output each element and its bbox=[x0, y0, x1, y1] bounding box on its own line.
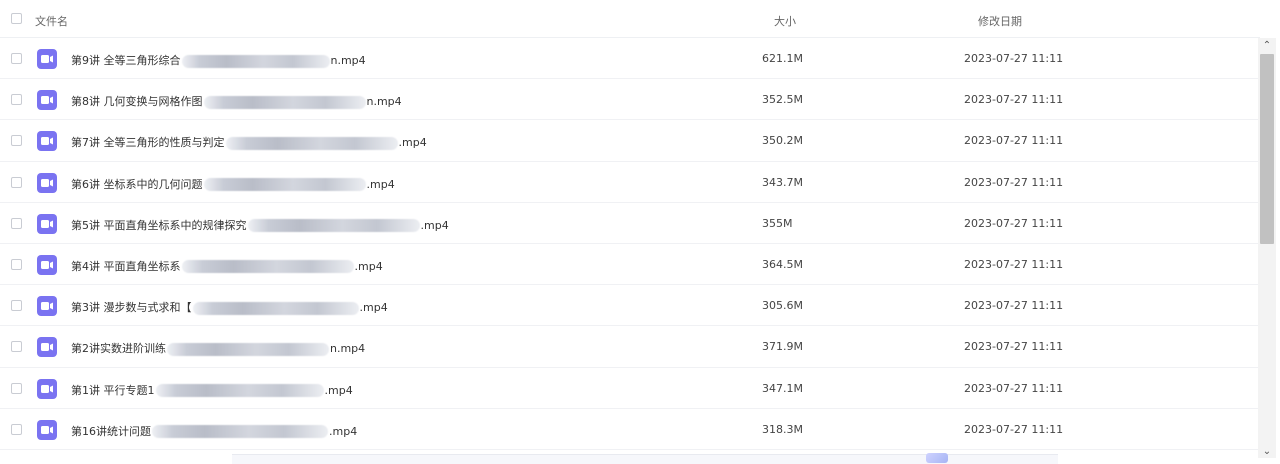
file-name[interactable]: 第7讲 全等三角形的性质与判定 .mp4 bbox=[71, 134, 427, 150]
file-date: 2023-07-27 11:11 bbox=[964, 175, 1064, 189]
file-size: 621.1M bbox=[762, 52, 803, 65]
file-row[interactable]: 第2讲实数进阶训练 n.mp4 371.9M 2023-07-27 11:11 bbox=[0, 326, 1260, 368]
scroll-up-arrow-icon[interactable]: ⌃ bbox=[1258, 38, 1276, 52]
video-file-icon bbox=[37, 213, 57, 234]
row-checkbox[interactable] bbox=[11, 423, 22, 435]
video-file-icon bbox=[37, 378, 57, 399]
row-checkbox[interactable] bbox=[11, 176, 22, 188]
row-checkbox[interactable] bbox=[11, 94, 22, 106]
redacted-text bbox=[181, 260, 354, 274]
redacted-text bbox=[181, 54, 330, 68]
file-date: 2023-07-27 11:11 bbox=[964, 299, 1064, 313]
file-name[interactable]: 第16讲统计问题 .mp4 bbox=[71, 423, 357, 439]
video-file-icon bbox=[37, 419, 57, 440]
file-size: 318.3M bbox=[762, 422, 803, 436]
file-name[interactable]: 第2讲实数进阶训练 n.mp4 bbox=[71, 340, 365, 356]
file-list-header: 文件名 大小 修改日期 bbox=[0, 0, 1260, 38]
file-row[interactable]: 第7讲 全等三角形的性质与判定 .mp4 350.2M 2023-07-27 11… bbox=[0, 120, 1260, 162]
scrollbar-thumb[interactable] bbox=[1260, 54, 1274, 244]
file-name[interactable]: 第9讲 全等三角形综合 n.mp4 bbox=[71, 52, 366, 68]
file-row[interactable]: 第9讲 全等三角形综合 n.mp4 621.1M 2023-07-27 11:11 bbox=[0, 38, 1260, 80]
file-date: 2023-07-27 11:11 bbox=[964, 52, 1064, 65]
file-row[interactable]: 第4讲 平面直角坐标系 .mp4 364.5M 2023-07-27 11:11 bbox=[0, 244, 1260, 286]
row-checkbox[interactable] bbox=[11, 300, 22, 312]
file-size: 355M bbox=[762, 216, 793, 230]
redacted-text bbox=[152, 425, 328, 439]
redacted-text bbox=[203, 178, 366, 192]
video-file-icon bbox=[37, 131, 57, 152]
scroll-down-arrow-icon[interactable]: ⌄ bbox=[1258, 444, 1276, 458]
file-name[interactable]: 第5讲 平面直角坐标系中的规律探究 .mp4 bbox=[71, 217, 449, 233]
file-date: 2023-07-27 11:11 bbox=[964, 93, 1064, 107]
file-size: 350.2M bbox=[762, 134, 803, 148]
file-name[interactable]: 第8讲 几何变换与网格作图 n.mp4 bbox=[71, 93, 402, 109]
row-checkbox[interactable] bbox=[11, 341, 22, 353]
file-date: 2023-07-27 11:11 bbox=[964, 216, 1064, 230]
video-file-icon bbox=[37, 49, 57, 69]
row-checkbox[interactable] bbox=[11, 217, 22, 229]
file-size: 343.7M bbox=[762, 175, 803, 189]
video-file-icon bbox=[37, 337, 57, 358]
file-row[interactable]: 第8讲 几何变换与网格作图 n.mp4 352.5M 2023-07-27 11:… bbox=[0, 79, 1260, 121]
file-date: 2023-07-27 11:11 bbox=[964, 257, 1064, 271]
column-header-date[interactable]: 修改日期 bbox=[978, 13, 1022, 29]
file-date: 2023-07-27 11:11 bbox=[964, 340, 1064, 354]
file-size: 371.9M bbox=[762, 340, 803, 354]
redacted-text bbox=[247, 219, 420, 233]
file-name[interactable]: 第4讲 平面直角坐标系 .mp4 bbox=[71, 258, 383, 274]
file-row[interactable]: 第3讲 漫步数与式求和【 .mp4 305.6M 2023-07-27 11:11 bbox=[0, 285, 1260, 327]
column-header-size[interactable]: 大小 bbox=[774, 13, 796, 29]
file-date: 2023-07-27 11:11 bbox=[964, 422, 1064, 436]
file-size: 305.6M bbox=[762, 299, 803, 313]
vertical-scrollbar[interactable]: ⌃ ⌄ bbox=[1258, 38, 1276, 458]
file-row[interactable]: 第16讲统计问题 .mp4 318.3M 2023-07-27 11:11 bbox=[0, 409, 1260, 450]
redacted-text bbox=[192, 301, 359, 315]
file-size: 352.5M bbox=[762, 93, 803, 107]
file-list: 第9讲 全等三角形综合 n.mp4 621.1M 2023-07-27 11:11… bbox=[0, 38, 1260, 450]
video-file-icon bbox=[37, 90, 57, 111]
file-row[interactable]: 第6讲 坐标系中的几何问题 .mp4 343.7M 2023-07-27 11:1… bbox=[0, 162, 1260, 203]
redacted-text bbox=[203, 95, 366, 109]
file-row[interactable]: 第5讲 平面直角坐标系中的规律探究 .mp4 355M 2023-07-27 11… bbox=[0, 203, 1260, 244]
row-checkbox[interactable] bbox=[11, 258, 22, 270]
video-file-icon bbox=[37, 296, 57, 317]
file-size: 364.5M bbox=[762, 257, 803, 271]
file-row[interactable]: 第1讲 平行专题1 .mp4 347.1M 2023-07-27 11:11 bbox=[0, 368, 1260, 409]
row-checkbox[interactable] bbox=[11, 53, 22, 64]
file-name[interactable]: 第6讲 坐标系中的几何问题 .mp4 bbox=[71, 176, 395, 192]
row-checkbox[interactable] bbox=[11, 135, 22, 147]
redacted-text bbox=[155, 384, 324, 397]
file-name[interactable]: 第1讲 平行专题1 .mp4 bbox=[71, 382, 353, 398]
video-file-icon bbox=[37, 172, 57, 193]
file-name[interactable]: 第3讲 漫步数与式求和【 .mp4 bbox=[71, 299, 388, 315]
row-checkbox[interactable] bbox=[11, 382, 22, 394]
decoration-icon bbox=[926, 453, 948, 463]
file-size: 347.1M bbox=[762, 381, 803, 395]
column-header-name[interactable]: 文件名 bbox=[35, 13, 68, 29]
file-date: 2023-07-27 11:11 bbox=[964, 134, 1064, 148]
redacted-text bbox=[225, 136, 398, 150]
video-file-icon bbox=[37, 254, 57, 275]
select-all-checkbox[interactable] bbox=[11, 13, 22, 24]
file-date: 2023-07-27 11:11 bbox=[964, 381, 1064, 395]
redacted-text bbox=[167, 342, 329, 356]
